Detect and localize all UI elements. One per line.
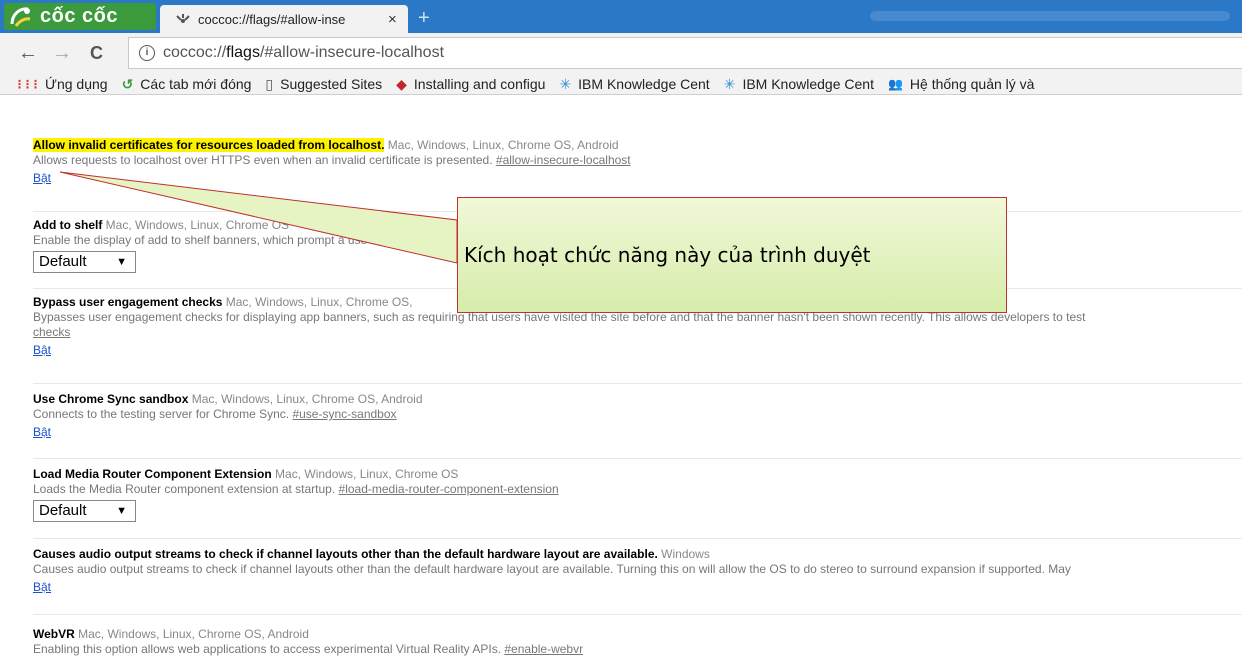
flags-favicon-icon: [174, 12, 192, 26]
flag-title-highlighted: Allow invalid certificates for resources…: [33, 138, 385, 152]
coccoc-logo[interactable]: cốc cốc: [4, 3, 156, 30]
bookmark-label: IBM Knowledge Cent: [742, 76, 874, 92]
flag-anchor-link[interactable]: #enable-webvr: [504, 642, 583, 656]
bookmark-label: Suggested Sites: [280, 76, 383, 92]
flag-title: Causes audio output streams to check if …: [33, 547, 710, 561]
chevron-down-icon: ▼: [116, 256, 127, 268]
flag-item-allow-insecure-localhost: Allow invalid certificates for resources…: [33, 138, 1242, 186]
flag-platforms: Windows: [661, 547, 710, 561]
chevron-down-icon: ▼: [116, 505, 127, 517]
flag-description: Enabling this option allows web applicat…: [33, 642, 584, 656]
apps-grid-icon: ⋮⋮⋮: [14, 78, 41, 91]
flag-title: Allow invalid certificates for resources…: [33, 138, 1242, 153]
bookmark-label: Installing and configu: [413, 76, 546, 92]
bookmark-installing[interactable]: ◆ Installing and configu: [396, 76, 545, 93]
callout-text: Kích hoạt chức năng này của trình duyệt: [464, 243, 871, 267]
forward-arrow-icon[interactable]: →: [52, 42, 72, 65]
site-info-icon[interactable]: i: [139, 45, 155, 61]
flag-item-media-router: Load Media Router Component Extension Ma…: [33, 467, 1242, 522]
ibm-icon: ✳: [723, 75, 736, 92]
address-bar[interactable]: i coccoc://flags/#allow-insecure-localho…: [128, 37, 1242, 69]
divider: [33, 538, 1242, 539]
bookmark-label: Hệ thống quản lý và: [909, 76, 1035, 92]
enable-link[interactable]: Bật: [33, 425, 51, 440]
flag-item-audio-channel-layouts: Causes audio output streams to check if …: [33, 547, 1242, 595]
tab-active[interactable]: coccoc://flags/#allow-inse ×: [160, 5, 408, 33]
flag-title: Use Chrome Sync sandbox Mac, Windows, Li…: [33, 392, 423, 406]
callout-box: Kích hoạt chức năng này của trình duyệt: [457, 197, 1007, 313]
divider: [33, 383, 1242, 384]
enable-link[interactable]: Bật: [33, 171, 51, 186]
flag-anchor-link[interactable]: #allow-insecure-localhost: [496, 153, 631, 167]
tab-close-icon[interactable]: ×: [388, 11, 397, 28]
flag-anchor-link[interactable]: checks: [33, 325, 70, 339]
flag-platforms: Mac, Windows, Linux, Chrome OS, Android: [78, 627, 309, 641]
bookmark-label: Ứng dụng: [45, 76, 108, 92]
bookmark-management[interactable]: 👥 Hệ thống quản lý và: [888, 76, 1034, 92]
flag-platforms: Mac, Windows, Linux, Chrome OS: [275, 467, 459, 481]
flag-description: Allows requests to localhost over HTTPS …: [33, 153, 631, 167]
flag-description: Connects to the testing server for Chrom…: [33, 407, 397, 421]
new-tab-button[interactable]: +: [418, 7, 430, 30]
bookmark-apps[interactable]: ⋮⋮⋮ Ứng dụng: [14, 76, 108, 92]
flag-platforms: Mac, Windows, Linux, Chrome OS, Android: [191, 392, 423, 406]
flag-anchor-link[interactable]: #use-sync-sandbox: [292, 407, 396, 421]
flag-item-webvr: WebVR Mac, Windows, Linux, Chrome OS, An…: [33, 627, 1242, 657]
back-arrow-icon[interactable]: ←: [18, 42, 38, 65]
flag-item-sync-sandbox: Use Chrome Sync sandbox Mac, Windows, Li…: [33, 392, 1242, 440]
divider: [33, 458, 1242, 459]
flag-select[interactable]: Default ▼: [33, 500, 136, 522]
page-icon: ▯: [265, 75, 274, 92]
flag-select[interactable]: Default ▼: [33, 251, 136, 273]
people-icon: 👥: [887, 77, 903, 91]
divider: [33, 614, 1242, 615]
tab-strip: cốc cốc coccoc://flags/#allow-inse × +: [0, 0, 1242, 33]
recent-tabs-icon: ↺: [121, 75, 134, 92]
flag-anchor-link[interactable]: #load-media-router-component-extension: [339, 482, 559, 496]
bookmark-ibm-2[interactable]: ✳ IBM Knowledge Cent: [724, 76, 874, 93]
installing-icon: ◆: [396, 75, 407, 92]
flag-description: Causes audio output streams to check if …: [33, 562, 1071, 576]
bookmark-label: IBM Knowledge Cent: [578, 76, 710, 92]
coccoc-brand-text: cốc cốc: [40, 5, 118, 27]
flag-platforms: Mac, Windows, Linux, Chrome OS, Android: [387, 138, 619, 152]
url-text: coccoc://flags/#allow-insecure-localhost: [163, 44, 445, 61]
ibm-icon: ✳: [559, 75, 572, 92]
enable-link[interactable]: Bật: [33, 580, 51, 595]
window-title-blurred: [870, 11, 1230, 21]
enable-link[interactable]: Bật: [33, 343, 51, 358]
flag-platforms: Mac, Windows, Linux, Chrome OS: [105, 218, 290, 232]
tab-title: coccoc://flags/#allow-inse: [198, 11, 346, 27]
reload-icon[interactable]: C: [90, 43, 103, 64]
bookmark-label: Các tab mới đóng: [140, 76, 252, 92]
bookmarks-bar: ⋮⋮⋮ Ứng dụng ↺ Các tab mới đóng ▯ Sugges…: [0, 75, 1242, 93]
flag-title: WebVR Mac, Windows, Linux, Chrome OS, An…: [33, 627, 309, 641]
bookmark-ibm-1[interactable]: ✳ IBM Knowledge Cent: [559, 76, 709, 93]
bookmark-recent-tabs[interactable]: ↺ Các tab mới đóng: [122, 76, 252, 93]
flag-description: Loads the Media Router component extensi…: [33, 482, 559, 496]
flags-list: Allow invalid certificates for resources…: [0, 95, 1242, 659]
flag-title: Load Media Router Component Extension Ma…: [33, 467, 459, 481]
bookmark-suggested-sites[interactable]: ▯ Suggested Sites: [265, 76, 382, 93]
flag-platforms: Mac, Windows, Linux, Chrome OS,: [225, 295, 413, 309]
coccoc-logo-icon: [8, 4, 34, 30]
browser-toolbar: ← → C i coccoc://flags/#allow-insecure-l…: [0, 33, 1242, 95]
